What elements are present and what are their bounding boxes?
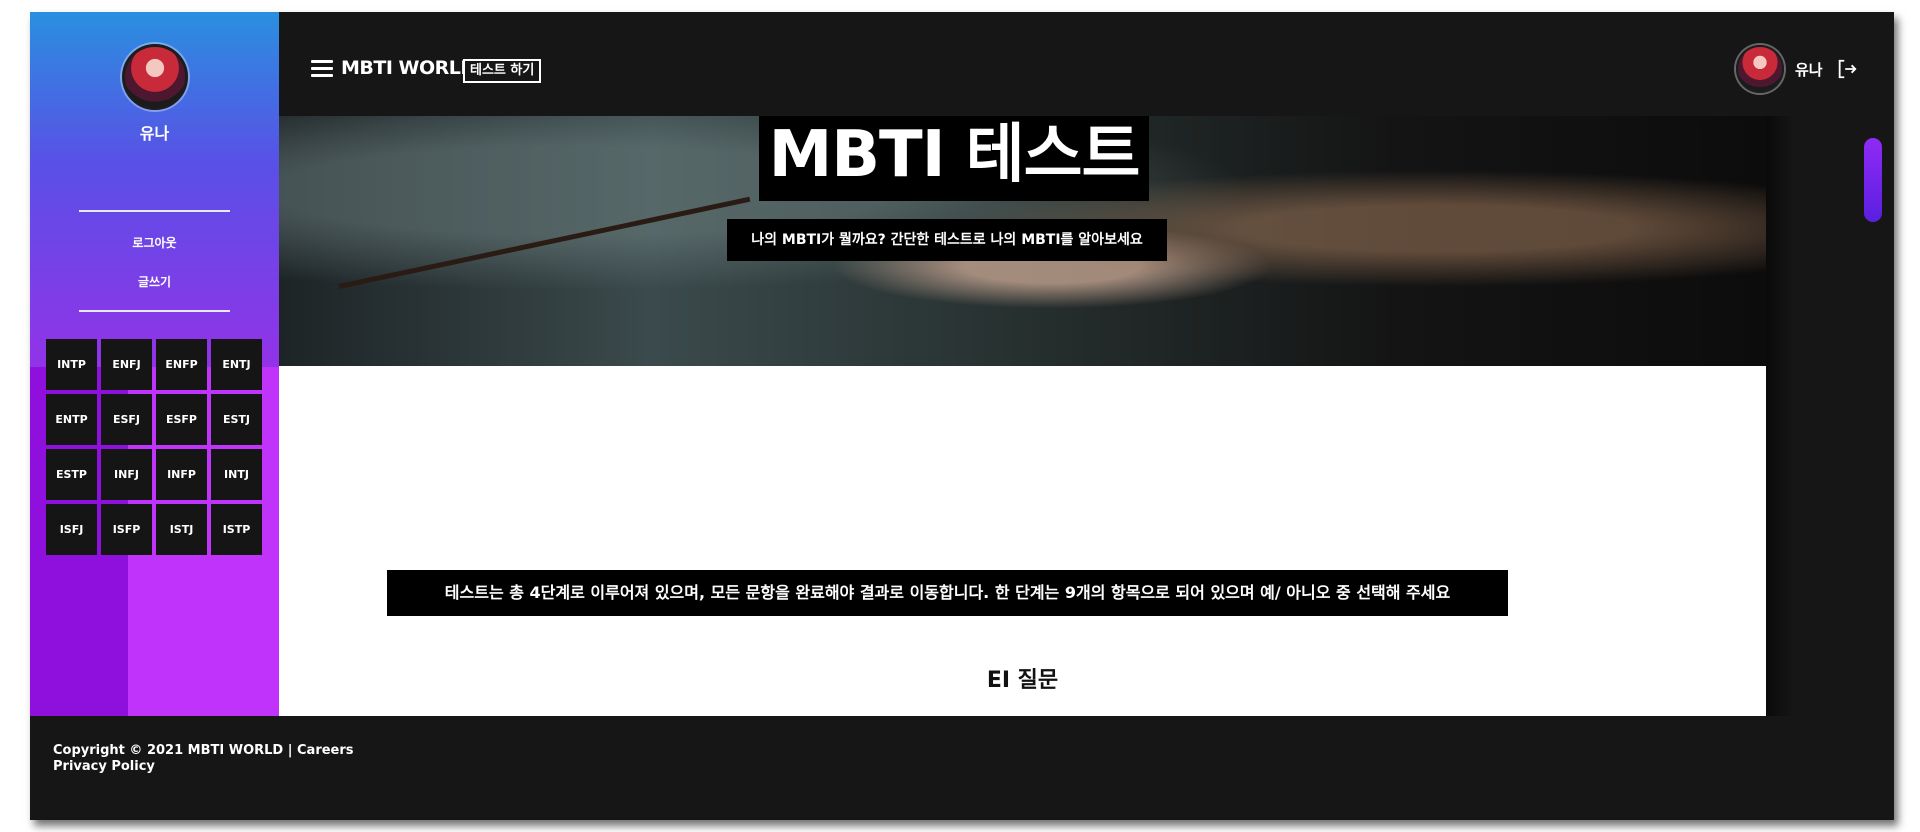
- test-instructions: 테스트는 총 4단계로 이루어져 있으며, 모든 문항을 완료해야 결과로 이동…: [387, 570, 1508, 616]
- logout-icon[interactable]: [1836, 58, 1858, 80]
- logout-link[interactable]: 로그아웃: [30, 234, 279, 251]
- hero-subtitle: 나의 MBTI가 뭘까요? 간단한 테스트로 나의 MBTI를 알아보세요: [727, 219, 1167, 261]
- mbti-type-enfj[interactable]: ENFJ: [101, 339, 152, 390]
- mbti-type-esfp[interactable]: ESFP: [156, 394, 207, 445]
- mbti-type-isfj[interactable]: ISFJ: [46, 504, 97, 555]
- write-post-link[interactable]: 글쓰기: [30, 273, 279, 290]
- take-test-button[interactable]: 테스트 하기: [463, 59, 542, 83]
- sidebar-user-name: 유나: [139, 124, 170, 143]
- main-content: 테스트는 총 4단계로 이루어져 있으며, 모든 문항을 완료해야 결과로 이동…: [279, 366, 1766, 716]
- mbti-type-infp[interactable]: INFP: [156, 449, 207, 500]
- mbti-type-istj[interactable]: ISTJ: [156, 504, 207, 555]
- hero-wand-graphic: [338, 196, 751, 289]
- mbti-type-estj[interactable]: ESTJ: [211, 394, 262, 445]
- menu-icon[interactable]: [311, 60, 333, 77]
- mbti-type-estp[interactable]: ESTP: [46, 449, 97, 500]
- footer: Copyright © 2021 MBTI WORLD | Careers Pr…: [30, 716, 1894, 820]
- hero-title: MBTI 테스트: [759, 116, 1149, 201]
- mbti-type-esfj[interactable]: ESFJ: [101, 394, 152, 445]
- sidebar-divider-bottom: [79, 310, 230, 312]
- mbti-type-enfp[interactable]: ENFP: [156, 339, 207, 390]
- content-edge-shadow: [1766, 116, 1794, 716]
- mbti-type-istp[interactable]: ISTP: [211, 504, 262, 555]
- scrollbar-thumb[interactable]: [1864, 138, 1882, 222]
- sidebar-avatar[interactable]: [122, 44, 188, 110]
- mbti-type-infj[interactable]: INFJ: [101, 449, 152, 500]
- header-user-name[interactable]: 유나: [1795, 59, 1823, 80]
- mbti-type-grid: INTP ENFJ ENFP ENTJ ENTP ESFJ ESFP ESTJ …: [46, 339, 262, 555]
- section-title: EI 질문: [986, 668, 1059, 693]
- hero-banner: MBTI 테스트 나의 MBTI가 뭘까요? 간단한 테스트로 나의 MBTI를…: [279, 116, 1766, 366]
- sidebar: 유나 로그아웃 글쓰기 INTP ENFJ ENFP ENTJ ENTP ESF…: [30, 12, 279, 716]
- mbti-type-isfp[interactable]: ISFP: [101, 504, 152, 555]
- privacy-policy-link[interactable]: Privacy Policy: [53, 759, 155, 774]
- mbti-type-intj[interactable]: INTJ: [211, 449, 262, 500]
- header-avatar[interactable]: [1736, 45, 1784, 93]
- mbti-type-entj[interactable]: ENTJ: [211, 339, 262, 390]
- sidebar-divider-top: [79, 210, 230, 212]
- brand-logo[interactable]: MBTI WORLD: [341, 57, 476, 79]
- footer-copyright: Copyright © 2021 MBTI WORLD | Careers: [53, 743, 354, 758]
- top-navbar: MBTI WORLD 테스트 하기 유나: [279, 12, 1894, 116]
- mbti-type-entp[interactable]: ENTP: [46, 394, 97, 445]
- mbti-type-intp[interactable]: INTP: [46, 339, 97, 390]
